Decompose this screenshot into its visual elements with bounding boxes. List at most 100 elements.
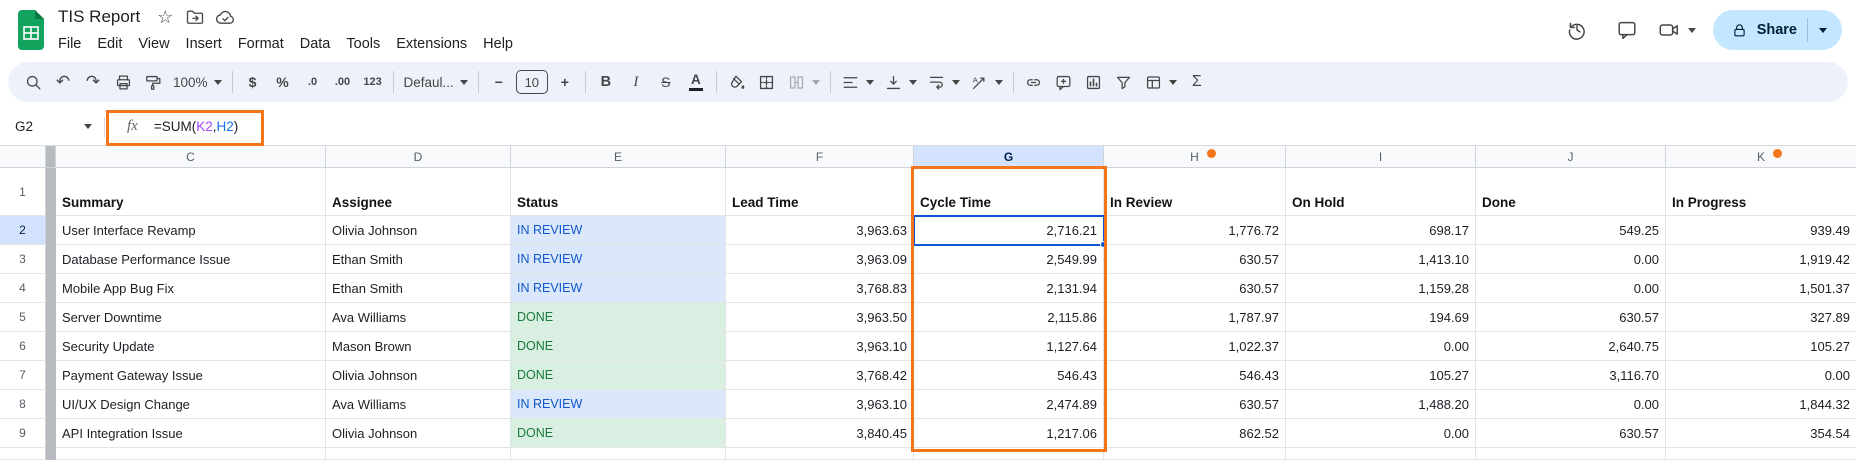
fill-color-button[interactable] (722, 67, 752, 97)
cell-done[interactable]: 630.57 (1476, 419, 1666, 448)
cell-on-hold[interactable]: 0.00 (1286, 332, 1476, 361)
cell-assignee[interactable]: Olivia Johnson (326, 419, 511, 448)
cell-lead-time[interactable]: 3,963.09 (726, 245, 914, 274)
insert-link-button[interactable] (1019, 67, 1049, 97)
search-button[interactable] (18, 67, 48, 97)
cell-summary[interactable]: API Integration Issue (56, 419, 326, 448)
cell-cycle-time[interactable]: 2,549.99 (914, 245, 1104, 274)
name-box[interactable]: G2 (0, 108, 104, 145)
menu-data[interactable]: Data (292, 34, 339, 54)
cell-done[interactable]: 3,116.70 (1476, 361, 1666, 390)
row-header-3[interactable]: 3 (0, 245, 46, 274)
cell-lead-time[interactable]: 3,963.10 (726, 332, 914, 361)
cell-status[interactable]: DONE (511, 332, 726, 361)
cell-assignee[interactable]: Olivia Johnson (326, 361, 511, 390)
cell-cycle-time[interactable]: 2,115.86 (914, 303, 1104, 332)
share-button[interactable]: Share (1713, 10, 1842, 50)
row-header-8[interactable]: 8 (0, 390, 46, 419)
cell-in-progress[interactable]: 327.89 (1666, 303, 1856, 332)
cell-summary[interactable]: User Interface Revamp (56, 216, 326, 245)
cell-assignee[interactable]: Ethan Smith (326, 245, 511, 274)
cell-assignee[interactable]: Ava Williams (326, 390, 511, 419)
cell-in-review[interactable]: 1,022.37 (1104, 332, 1286, 361)
paint-format-button[interactable] (138, 67, 168, 97)
cell-in-progress[interactable]: 0.00 (1666, 361, 1856, 390)
cell-on-hold[interactable]: 194.69 (1286, 303, 1476, 332)
horizontal-align-button[interactable] (836, 67, 879, 97)
menu-edit[interactable]: Edit (89, 34, 130, 54)
row-header-4[interactable]: 4 (0, 274, 46, 303)
cell-done[interactable]: 549.25 (1476, 216, 1666, 245)
select-all-corner[interactable] (0, 146, 46, 168)
row-header-6[interactable]: 6 (0, 332, 46, 361)
row-header-9[interactable]: 9 (0, 419, 46, 448)
zoom-select[interactable]: 100% (168, 67, 227, 97)
cell-in-progress[interactable]: 1,501.37 (1666, 274, 1856, 303)
strikethrough-button[interactable]: S (651, 67, 681, 97)
cell[interactable] (726, 448, 914, 460)
cell-cycle-time[interactable]: 1,217.06 (914, 419, 1104, 448)
cell-on-hold[interactable]: 698.17 (1286, 216, 1476, 245)
column-header-d[interactable]: D (326, 146, 511, 168)
cell-lead-time[interactable]: 3,963.10 (726, 390, 914, 419)
cell-in-progress[interactable]: 1,844.32 (1666, 390, 1856, 419)
cell[interactable] (511, 448, 726, 460)
cell-lead-time[interactable]: 3,768.83 (726, 274, 914, 303)
cell-done[interactable]: 0.00 (1476, 274, 1666, 303)
bold-button[interactable]: B (591, 67, 621, 97)
cell[interactable] (56, 448, 326, 460)
header-status[interactable]: Status (511, 168, 726, 216)
comments-button[interactable] (1607, 10, 1647, 50)
increase-decimal-button[interactable]: .00 (328, 67, 358, 97)
cell-in-review[interactable]: 630.57 (1104, 245, 1286, 274)
row-header-5[interactable]: 5 (0, 303, 46, 332)
cell-in-progress[interactable]: 105.27 (1666, 332, 1856, 361)
menu-insert[interactable]: Insert (178, 34, 230, 54)
sheets-logo-icon[interactable] (16, 10, 46, 50)
cell-status[interactable]: IN REVIEW (511, 274, 726, 303)
header-lead-time[interactable]: Lead Time (726, 168, 914, 216)
cell-lead-time[interactable]: 3,840.45 (726, 419, 914, 448)
menu-extensions[interactable]: Extensions (388, 34, 475, 54)
fill-handle[interactable] (1100, 241, 1107, 248)
cell-in-progress[interactable]: 939.49 (1666, 216, 1856, 245)
cell-in-review[interactable]: 546.43 (1104, 361, 1286, 390)
menu-view[interactable]: View (130, 34, 177, 54)
column-header-e[interactable]: E (511, 146, 726, 168)
cell-on-hold[interactable]: 1,413.10 (1286, 245, 1476, 274)
cell-done[interactable]: 0.00 (1476, 245, 1666, 274)
version-history-button[interactable] (1557, 10, 1597, 50)
font-select[interactable]: Defaul... (399, 67, 473, 97)
cell-lead-time[interactable]: 3,768.42 (726, 361, 914, 390)
cell-in-progress[interactable]: 1,919.42 (1666, 245, 1856, 274)
cell-on-hold[interactable]: 1,488.20 (1286, 390, 1476, 419)
font-size-input[interactable]: 10 (516, 70, 548, 94)
increase-font-size-button[interactable]: + (550, 67, 580, 97)
header-assignee[interactable]: Assignee (326, 168, 511, 216)
cell-on-hold[interactable]: 1,159.28 (1286, 274, 1476, 303)
cell-summary[interactable]: Payment Gateway Issue (56, 361, 326, 390)
cell-on-hold[interactable]: 105.27 (1286, 361, 1476, 390)
vertical-align-button[interactable] (879, 67, 922, 97)
cell-assignee[interactable]: Ava Williams (326, 303, 511, 332)
cell-cycle-time[interactable]: 2,716.21 (914, 216, 1104, 245)
column-header-g[interactable]: G (914, 146, 1104, 168)
row-header-1[interactable]: 1 (0, 168, 46, 216)
star-icon[interactable]: ☆ (152, 5, 178, 29)
functions-button[interactable]: Σ (1182, 67, 1212, 97)
cell-cycle-time[interactable]: 546.43 (914, 361, 1104, 390)
more-formats-button[interactable]: 123 (358, 67, 388, 97)
format-currency-button[interactable]: $ (238, 67, 268, 97)
cell-done[interactable]: 2,640.75 (1476, 332, 1666, 361)
cell-status[interactable]: IN REVIEW (511, 390, 726, 419)
cell-lead-time[interactable]: 3,963.50 (726, 303, 914, 332)
table-views-button[interactable] (1139, 67, 1182, 97)
share-dropdown-button[interactable] (1808, 10, 1842, 50)
cell[interactable] (914, 448, 1104, 460)
cell-done[interactable]: 0.00 (1476, 390, 1666, 419)
merge-cells-button[interactable] (782, 67, 825, 97)
cell[interactable] (1666, 448, 1856, 460)
menu-tools[interactable]: Tools (338, 34, 388, 54)
cell-summary[interactable]: Server Downtime (56, 303, 326, 332)
column-header-i[interactable]: I (1286, 146, 1476, 168)
